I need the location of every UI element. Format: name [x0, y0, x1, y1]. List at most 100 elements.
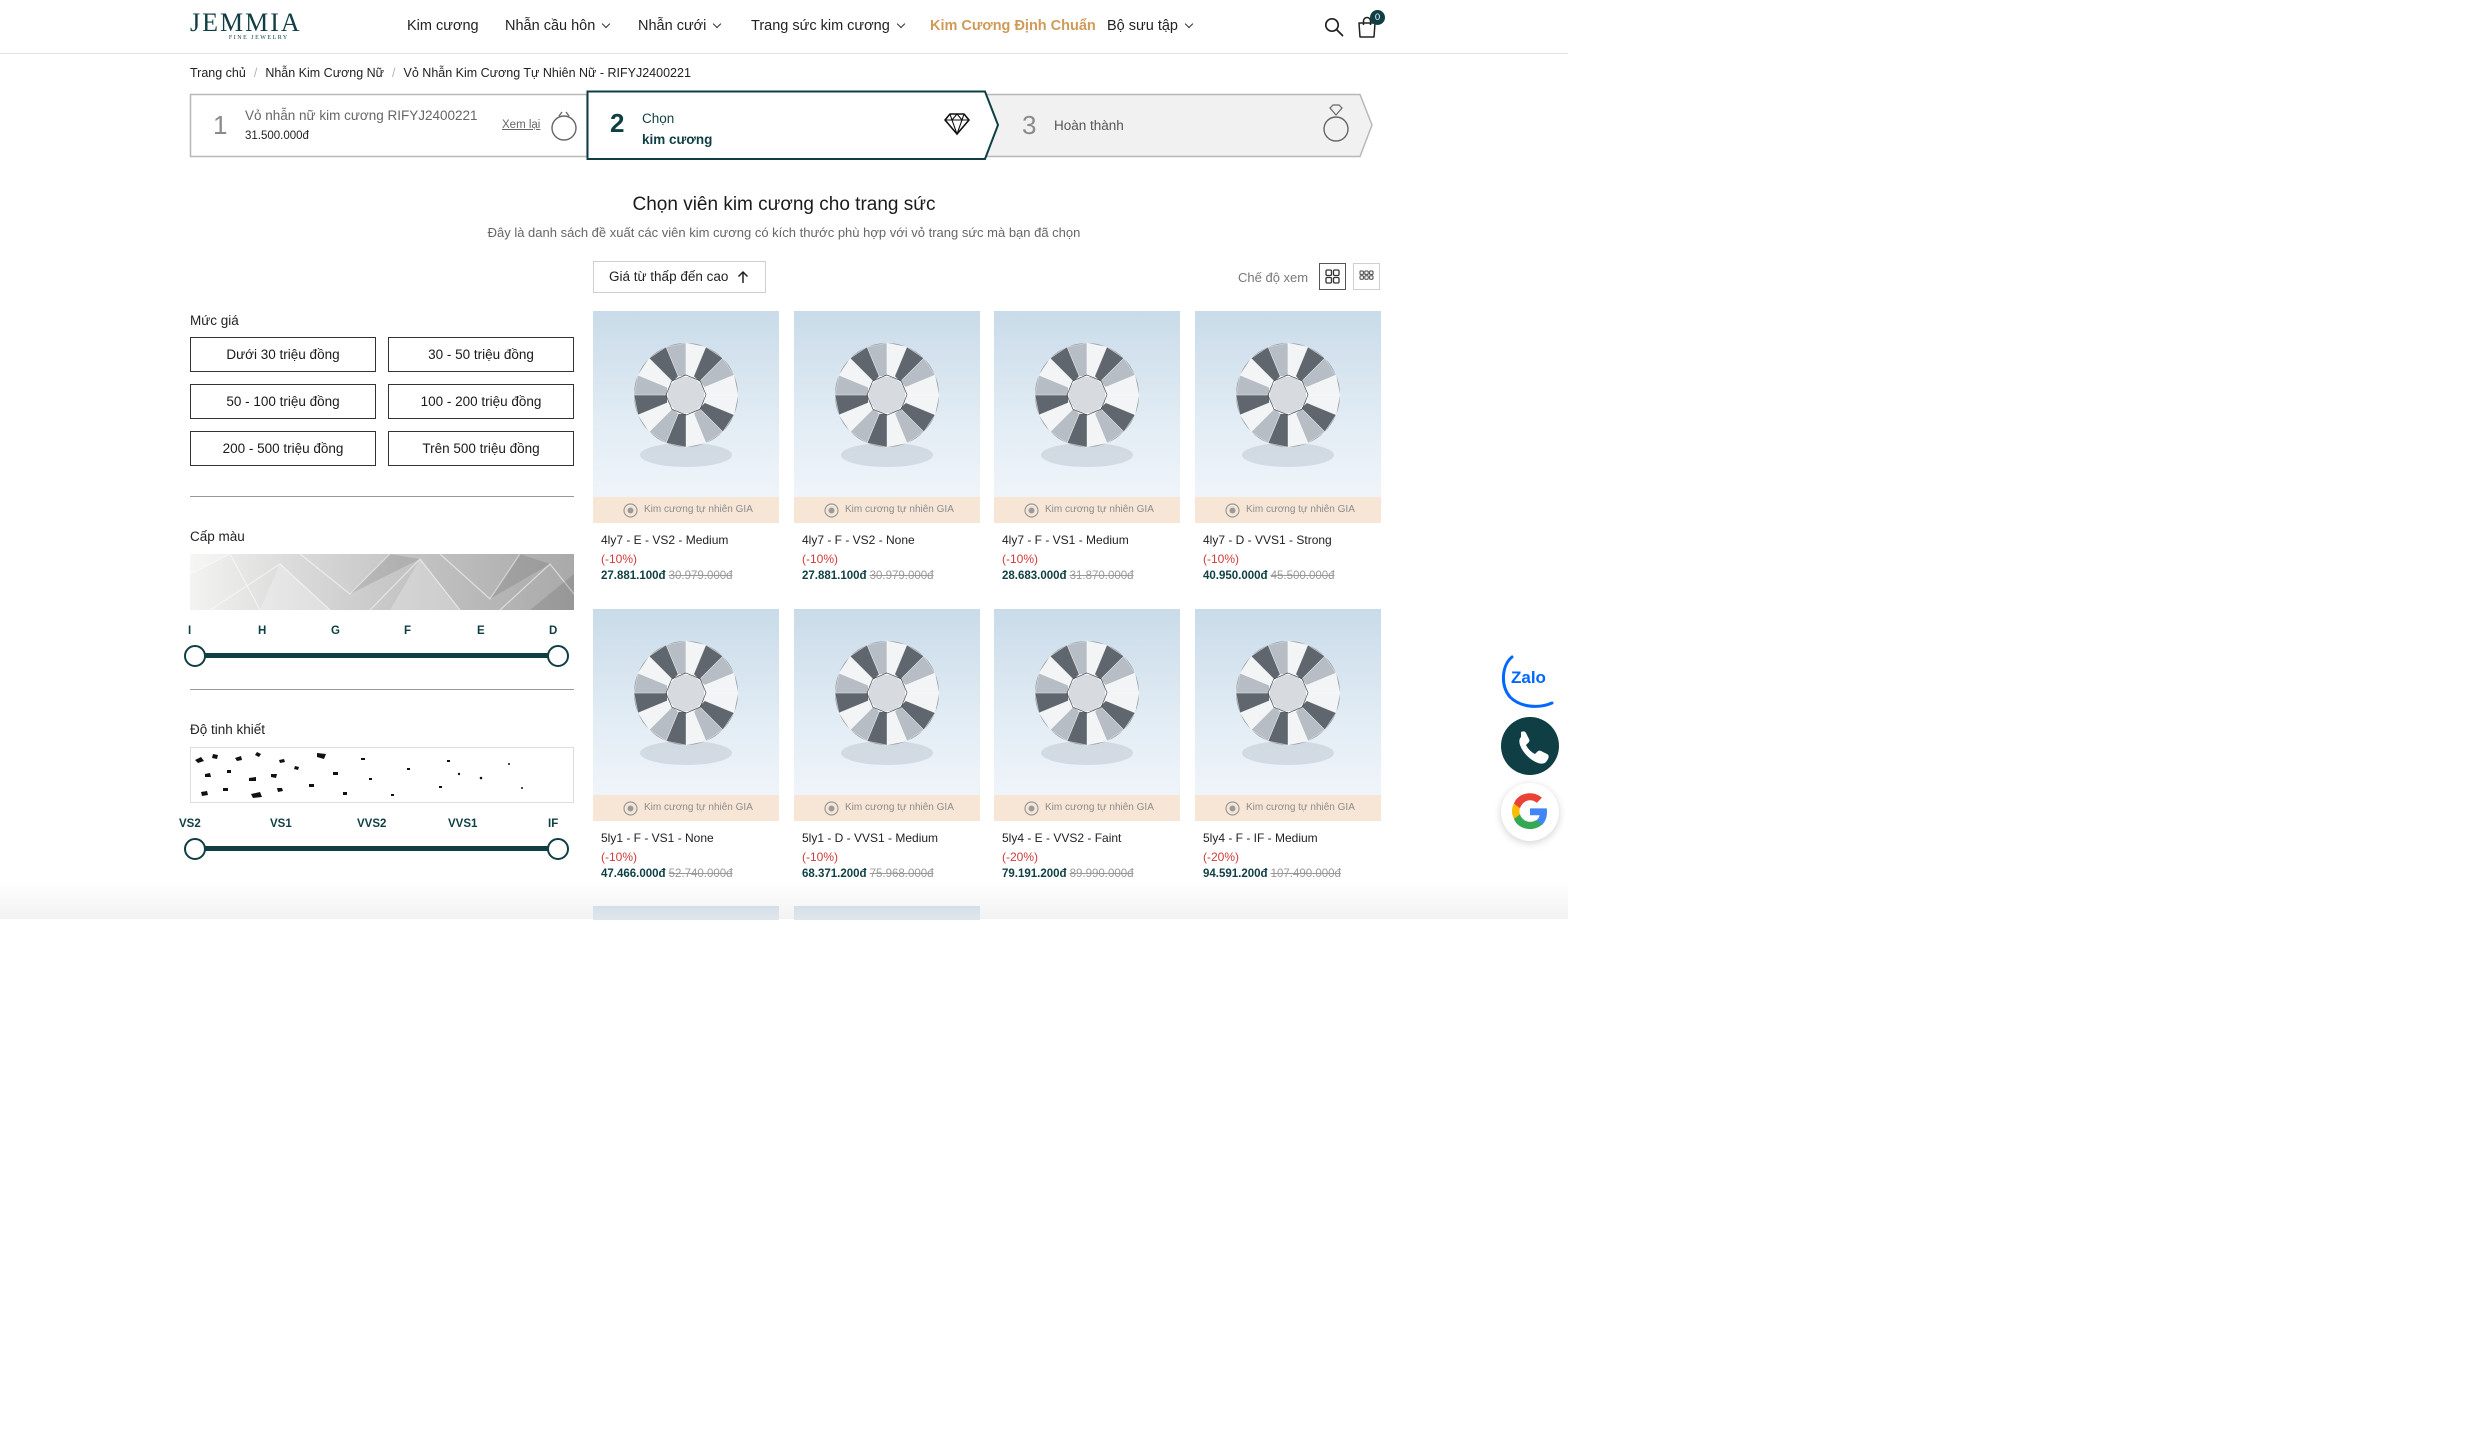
- product-card[interactable]: Kim cương tự nhiên GIA 5ly1 - D - VVS1 -…: [794, 609, 980, 889]
- google-review-button[interactable]: [1501, 783, 1559, 841]
- product-card[interactable]: Kim cương tự nhiên GIA 4ly7 - E - VS2 - …: [593, 311, 779, 591]
- product-card[interactable]: Kim cương tự nhiên GIA 5ly4 - E - VVS2 -…: [994, 609, 1180, 889]
- price-row: 27.881.100đ 30.979.000đ: [802, 570, 934, 582]
- clarity-range-max-handle[interactable]: [547, 838, 569, 860]
- nav-label: Nhẫn cầu hôn: [505, 18, 596, 34]
- price-option-100-200[interactable]: 100 - 200 triệu đồng: [388, 384, 574, 419]
- product-image[interactable]: [994, 609, 1180, 821]
- certification-badge: Kim cương tự nhiên GIA: [1195, 497, 1381, 523]
- price-option-30-50[interactable]: 30 - 50 triệu đồng: [388, 337, 574, 372]
- ring-with-diamond-icon: [1323, 104, 1349, 142]
- discount-label: (-10%): [601, 850, 638, 864]
- step-3-number: 3: [1022, 110, 1037, 140]
- filter-divider: [190, 689, 574, 690]
- price-row: 94.591.200đ 107.490.000đ: [1203, 868, 1341, 880]
- product-card[interactable]: Kim cương tự nhiên GIA 4ly7 - D - VVS1 -…: [1195, 311, 1381, 591]
- product-name[interactable]: 5ly1 - D - VVS1 - Medium: [802, 831, 938, 845]
- product-name[interactable]: 4ly7 - E - VS2 - Medium: [601, 533, 728, 547]
- grid-small-icon: [1359, 270, 1374, 280]
- product-image[interactable]: [1195, 609, 1381, 821]
- step-2-title-line1: Chọn: [642, 111, 675, 126]
- price-row: 28.683.000đ 31.870.000đ: [1002, 570, 1134, 582]
- seal-graphic: [623, 801, 638, 816]
- discount-label: (-10%): [1203, 552, 1240, 566]
- color-scale-label: D: [549, 625, 558, 637]
- badge-label: Kim cương tự nhiên GIA: [644, 504, 753, 515]
- sale-price: 79.191.200đ: [1002, 868, 1067, 880]
- product-image[interactable]: [1195, 311, 1381, 523]
- nav-bo-suu-tap[interactable]: Bộ sưu tập: [1107, 18, 1194, 34]
- nav-trang-suc-kim-cuong[interactable]: Trang sức kim cương: [751, 18, 906, 34]
- original-price: 107.490.000đ: [1270, 868, 1341, 880]
- product-name[interactable]: 4ly7 - D - VVS1 - Strong: [1203, 533, 1332, 547]
- discount-label: (-20%): [1203, 850, 1240, 864]
- chevron-down-icon: [896, 19, 906, 29]
- color-scale-label: H: [258, 625, 267, 637]
- price-option-200-500[interactable]: 200 - 500 triệu đồng: [190, 431, 376, 466]
- product-image[interactable]: [794, 906, 980, 920]
- product-image[interactable]: [994, 311, 1180, 523]
- grid-9-view-button[interactable]: [1353, 263, 1380, 290]
- color-grade-image: [190, 554, 574, 610]
- product-name[interactable]: 5ly4 - F - IF - Medium: [1203, 831, 1318, 845]
- original-price: 75.968.000đ: [869, 868, 934, 880]
- product-name[interactable]: 5ly4 - E - VVS2 - Faint: [1002, 831, 1121, 845]
- breadcrumb-separator: /: [392, 66, 396, 80]
- sale-price: 68.371.200đ: [802, 868, 867, 880]
- diamond-facets-image: [190, 554, 574, 610]
- breadcrumb-category[interactable]: Nhẫn Kim Cương Nữ: [265, 66, 384, 80]
- product-image[interactable]: [794, 311, 980, 523]
- product-card[interactable]: Kim cương tự nhiên GIA 4ly7 - F - VS1 - …: [994, 311, 1180, 591]
- certificate-seal-icon: [1225, 801, 1240, 816]
- price-option-under-30[interactable]: Dưới 30 triệu đồng: [190, 337, 376, 372]
- product-image[interactable]: [593, 311, 779, 523]
- site-header: JEMMIA FINE JEWELRY Kim cương Nhẫn cầu h…: [0, 0, 1568, 54]
- search-icon[interactable]: [1324, 17, 1344, 37]
- product-image[interactable]: [794, 609, 980, 821]
- review-link[interactable]: Xem lại: [502, 119, 540, 131]
- price-row: 27.881.100đ 30.979.000đ: [601, 570, 733, 582]
- original-price: 52.740.000đ: [668, 868, 733, 880]
- product-name[interactable]: 4ly7 - F - VS2 - None: [802, 533, 915, 547]
- product-card[interactable]: Kim cương tự nhiên GIA 4ly7 - F - VS2 - …: [794, 311, 980, 591]
- product-image[interactable]: [593, 906, 779, 920]
- nav-nhan-cuoi[interactable]: Nhẫn cưới: [638, 18, 722, 34]
- step-1-price: 31.500.000đ: [245, 130, 309, 142]
- certificate-seal-icon: [623, 801, 638, 816]
- clarity-range-track[interactable]: [195, 846, 558, 851]
- clarity-range-min-handle[interactable]: [184, 838, 206, 860]
- product-image[interactable]: [593, 609, 779, 821]
- color-range-track[interactable]: [195, 653, 558, 658]
- certificate-seal-icon: [1024, 801, 1039, 816]
- certification-badge: Kim cương tự nhiên GIA: [794, 497, 980, 523]
- diamond-photo-icon: [1235, 640, 1341, 765]
- color-range-min-handle[interactable]: [184, 645, 206, 667]
- seal-graphic: [824, 801, 839, 816]
- price-option-50-100[interactable]: 50 - 100 triệu đồng: [190, 384, 376, 419]
- product-card[interactable]: Kim cương tự nhiên GIA 5ly1 - F - VS1 - …: [593, 609, 779, 889]
- breadcrumb-home[interactable]: Trang chủ: [190, 66, 246, 80]
- diamond-photo-icon: [633, 342, 739, 467]
- original-price: 89.990.000đ: [1069, 868, 1134, 880]
- nav-kim-cuong[interactable]: Kim cương: [407, 18, 479, 34]
- zalo-chat-button[interactable]: Zalo: [1500, 651, 1558, 709]
- product-name[interactable]: 4ly7 - F - VS1 - Medium: [1002, 533, 1129, 547]
- nav-nhan-cau-hon[interactable]: Nhẫn cầu hôn: [505, 18, 611, 34]
- original-price: 45.500.000đ: [1270, 570, 1335, 582]
- badge-label: Kim cương tự nhiên GIA: [1246, 504, 1355, 515]
- grid-4-view-button[interactable]: [1319, 263, 1346, 290]
- product-card[interactable]: Kim cương tự nhiên GIA 5ly4 - F - IF - M…: [1195, 609, 1381, 889]
- breadcrumb: Trang chủ / Nhẫn Kim Cương Nữ / Vỏ Nhẫn Kim …: [190, 66, 691, 80]
- certificate-seal-icon: [824, 503, 839, 518]
- chevron-down-icon: [602, 19, 611, 29]
- brand-logo[interactable]: JEMMIA FINE JEWELRY: [190, 10, 302, 42]
- sale-price: 27.881.100đ: [802, 570, 867, 582]
- phone-call-button[interactable]: [1501, 717, 1559, 775]
- clarity-scale-label: VVS1: [448, 818, 478, 830]
- product-name[interactable]: 5ly1 - F - VS1 - None: [601, 831, 714, 845]
- sale-price: 40.950.000đ: [1203, 570, 1268, 582]
- color-range-max-handle[interactable]: [547, 645, 569, 667]
- price-option-over-500[interactable]: Trên 500 triệu đồng: [388, 431, 574, 466]
- nav-kim-cuong-dinh-chuan[interactable]: Kim Cương Định Chuẩn: [930, 18, 1096, 34]
- sort-dropdown[interactable]: Giá từ thấp đến cao: [593, 261, 766, 293]
